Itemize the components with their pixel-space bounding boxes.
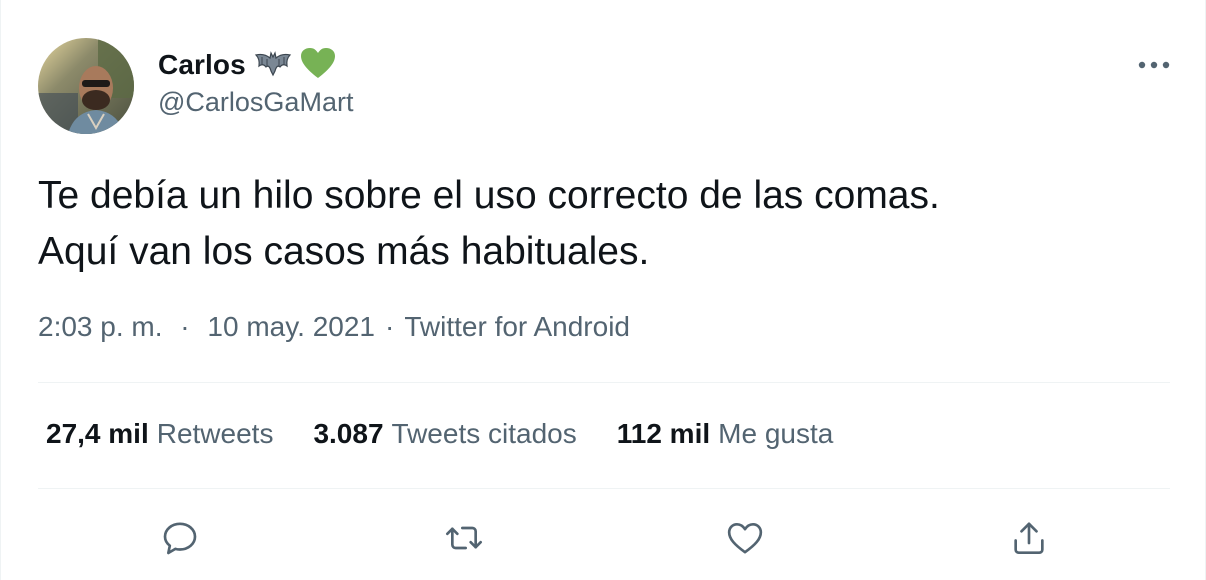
likes-count: 112 mil bbox=[616, 418, 711, 449]
like-icon bbox=[727, 523, 763, 554]
like-button[interactable] bbox=[721, 514, 769, 562]
more-options-button[interactable] bbox=[1134, 50, 1174, 80]
retweets-label: Retweets bbox=[156, 418, 274, 449]
tweet-source[interactable]: Twitter for Android bbox=[404, 311, 630, 343]
bat-emoji bbox=[254, 49, 292, 82]
more-icon bbox=[1138, 61, 1170, 69]
tweet-card: Carlos @CarlosGaMart Te debía un hilo so… bbox=[0, 0, 1206, 580]
share-button[interactable] bbox=[1005, 514, 1053, 562]
likes-label: Me gusta bbox=[718, 418, 834, 449]
retweets-stat[interactable]: 27,4 mil Retweets bbox=[46, 418, 273, 450]
reply-button[interactable] bbox=[156, 514, 204, 562]
display-name-row[interactable]: Carlos bbox=[158, 46, 336, 84]
quote-tweets-label: Tweets citados bbox=[391, 418, 577, 449]
avatar-photo bbox=[38, 38, 134, 134]
green-heart-emoji bbox=[300, 47, 336, 84]
avatar[interactable] bbox=[38, 38, 134, 134]
display-name: Carlos bbox=[158, 49, 246, 80]
tweet-time: 2:03 p. m. bbox=[38, 311, 163, 342]
likes-stat[interactable]: 112 mil Me gusta bbox=[617, 418, 834, 450]
handle[interactable]: @CarlosGaMart bbox=[158, 87, 353, 118]
reply-icon bbox=[163, 522, 197, 555]
quote-tweets-count: 3.087 bbox=[313, 418, 384, 449]
quote-tweets-stat[interactable]: 3.087 Tweets citados bbox=[313, 418, 576, 450]
meta-separator: · bbox=[385, 311, 395, 342]
tweet-timestamp[interactable]: 2:03 p. m. · 10 may. 2021 bbox=[38, 311, 375, 343]
divider bbox=[38, 382, 1170, 383]
tweet-meta: 2:03 p. m. · 10 may. 2021 · Twitter for … bbox=[38, 311, 630, 343]
tweet-date: 10 may. 2021 bbox=[207, 311, 375, 342]
divider bbox=[38, 488, 1170, 489]
retweet-icon bbox=[446, 526, 482, 550]
retweet-button[interactable] bbox=[440, 514, 488, 562]
retweets-count: 27,4 mil bbox=[46, 418, 149, 449]
tweet-text: Te debía un hilo sobre el uso correcto d… bbox=[38, 174, 940, 273]
meta-separator: · bbox=[180, 311, 190, 342]
tweet-stats: 27,4 mil Retweets 3.087 Tweets citados 1… bbox=[46, 418, 873, 450]
share-icon bbox=[1014, 522, 1044, 554]
